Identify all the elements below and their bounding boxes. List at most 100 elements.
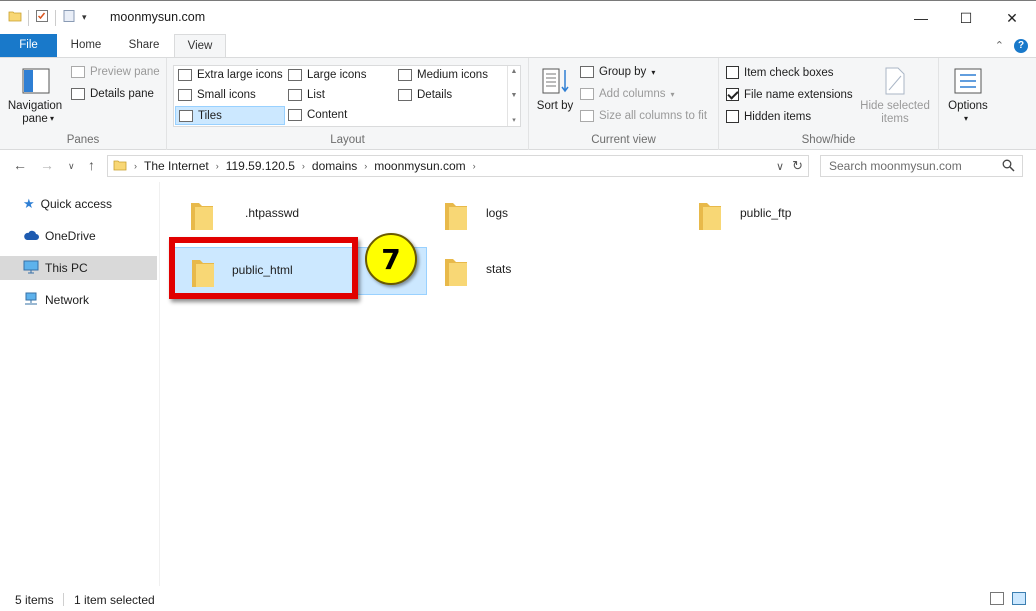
small-icons-icon [178, 89, 192, 101]
size-all-columns-button[interactable]: Size all columns to fit [580, 110, 707, 122]
tab-file[interactable]: File [0, 34, 57, 57]
breadcrumb-separator[interactable]: › [213, 161, 222, 171]
star-icon: ★ [23, 196, 35, 211]
scroll-up-icon[interactable]: ▲ [511, 68, 518, 75]
extra-large-icons-label: Extra large icons [197, 69, 283, 81]
item-check-boxes-checkbox[interactable] [726, 66, 739, 79]
nav-item-onedrive[interactable]: OneDrive [0, 224, 157, 248]
nav-item-label: Quick access [40, 197, 113, 211]
large-icons-view-icon[interactable] [1012, 592, 1026, 605]
refresh-icon[interactable]: ↻ [792, 158, 803, 174]
layout-tiles[interactable]: Tiles [175, 106, 285, 125]
breadcrumb-separator[interactable]: › [131, 161, 140, 171]
hidden-items-toggle[interactable]: Hidden items [726, 110, 811, 123]
file-name-extensions-toggle[interactable]: File name extensions [726, 88, 853, 101]
nav-item-quick-access[interactable]: ★ Quick access [0, 192, 157, 216]
layout-gallery-scroll[interactable]: ▲ ▼ ▾ [507, 66, 520, 126]
address-bar[interactable]: › The Internet › 119.59.120.5 › domains … [107, 155, 809, 177]
nav-item-label: OneDrive [45, 229, 96, 243]
breadcrumb-item[interactable]: 119.59.120.5 [222, 159, 299, 173]
group-by-icon [580, 66, 594, 78]
tab-share[interactable]: Share [118, 34, 170, 57]
hidden-items-checkbox[interactable] [726, 110, 739, 123]
folder-icon [441, 199, 471, 236]
new-folder-icon[interactable] [62, 9, 76, 26]
properties-icon[interactable] [35, 9, 49, 26]
scroll-down-icon[interactable]: ▼ [511, 92, 518, 99]
layout-details[interactable]: Details [398, 89, 452, 101]
layout-gallery: Extra large icons Large icons Medium ico… [173, 65, 521, 127]
tab-view[interactable]: View [174, 34, 226, 58]
breadcrumb-item[interactable]: domains [308, 159, 361, 173]
folder-name: logs [486, 206, 509, 220]
breadcrumb-separator[interactable]: › [470, 161, 479, 171]
status-bar: 5 items 1 item selected [0, 588, 1036, 611]
layout-group-label: Layout [330, 134, 365, 146]
breadcrumb-separator[interactable]: › [299, 161, 308, 171]
chevron-down-icon: ▾ [670, 89, 675, 99]
window-title: moonmysun.com [110, 10, 206, 24]
nav-item-label: This PC [45, 261, 88, 275]
size-columns-icon [580, 110, 594, 122]
large-icons-label: Large icons [307, 69, 367, 81]
layout-list[interactable]: List [288, 89, 325, 101]
size-all-columns-label: Size all columns to fit [599, 110, 708, 122]
search-input[interactable]: Search moonmysun.com [829, 159, 962, 173]
layout-medium-icons[interactable]: Medium icons [398, 69, 488, 81]
layout-large-icons[interactable]: Large icons [288, 69, 366, 81]
back-arrow-icon[interactable]: ← [13, 157, 27, 173]
minimize-button[interactable]: — [898, 1, 944, 35]
forward-arrow-icon[interactable]: → [40, 157, 54, 173]
preview-pane-icon [71, 66, 85, 78]
sort-by-button[interactable]: Sort by [537, 64, 573, 128]
breadcrumb-separator[interactable]: › [361, 161, 370, 171]
search-box[interactable]: Search moonmysun.com [820, 155, 1023, 177]
breadcrumb-item[interactable]: The Internet [140, 159, 213, 173]
tab-home[interactable]: Home [60, 34, 112, 57]
nav-item-network[interactable]: Network [0, 288, 157, 312]
maximize-button[interactable]: ☐ [943, 1, 989, 35]
options-group: Options ▾ [939, 58, 997, 150]
options-icon [954, 68, 982, 97]
details-pane-button[interactable]: Details pane [71, 88, 154, 100]
close-button[interactable]: ✕ [989, 1, 1035, 35]
hide-selected-items-button[interactable]: Hide selected items [859, 64, 931, 128]
qat-dropdown-icon[interactable]: ▾ [82, 12, 87, 23]
title-bar: ▾ moonmysun.com — ☐ ✕ [0, 0, 1036, 34]
layout-extra-large-icons[interactable]: Extra large icons [178, 69, 283, 81]
folder-name: .htpasswd [245, 206, 300, 220]
details-pane-label: Details pane [90, 88, 154, 100]
large-icons-icon [288, 69, 302, 81]
folder-tile-public-ftp[interactable]: public_ftp [681, 191, 935, 239]
panes-group-label: Panes [66, 134, 100, 146]
show-hide-group: Item check boxes File name extensions Hi… [719, 58, 939, 150]
recent-locations-icon[interactable]: ∨ [68, 161, 75, 172]
breadcrumb-item[interactable]: moonmysun.com [370, 159, 469, 173]
folder-tile-htpasswd[interactable]: .htpasswd [173, 191, 427, 239]
item-check-boxes-label: Item check boxes [744, 66, 834, 79]
item-check-boxes-toggle[interactable]: Item check boxes [726, 66, 833, 79]
navigation-pane-button[interactable]: Navigation pane ▾ [4, 64, 66, 128]
folder-tile-logs[interactable]: logs [427, 191, 681, 239]
nav-item-this-pc[interactable]: This PC [0, 256, 157, 280]
minimize-ribbon-icon[interactable]: ⌃ [995, 39, 1004, 52]
group-by-button[interactable]: Group by ▾ [580, 66, 655, 78]
navigation-row: ← → ∨ ↑ › The Internet › 119.59.120.5 › … [0, 150, 1036, 182]
address-dropdown-icon[interactable]: ∨ [776, 160, 784, 173]
preview-pane-button[interactable]: Preview pane [71, 66, 160, 78]
add-columns-button[interactable]: Add columns ▾ [580, 88, 675, 100]
details-view-icon[interactable] [990, 592, 1004, 605]
layout-small-icons[interactable]: Small icons [178, 89, 256, 101]
search-icon[interactable] [1002, 159, 1015, 175]
item-count: 5 items [15, 593, 54, 607]
folder-tile-stats[interactable]: stats [427, 247, 681, 295]
layout-content[interactable]: Content [288, 109, 347, 121]
tiles-label: Tiles [198, 109, 222, 122]
options-button[interactable]: Options ▾ [943, 64, 993, 128]
file-name-extensions-checkbox[interactable] [726, 88, 739, 101]
more-icon[interactable]: ▾ [512, 116, 516, 124]
qat-separator [55, 9, 56, 26]
nav-item-label: Network [45, 293, 90, 307]
up-arrow-icon[interactable]: ↑ [88, 157, 95, 173]
help-icon[interactable]: ? [1014, 38, 1028, 53]
